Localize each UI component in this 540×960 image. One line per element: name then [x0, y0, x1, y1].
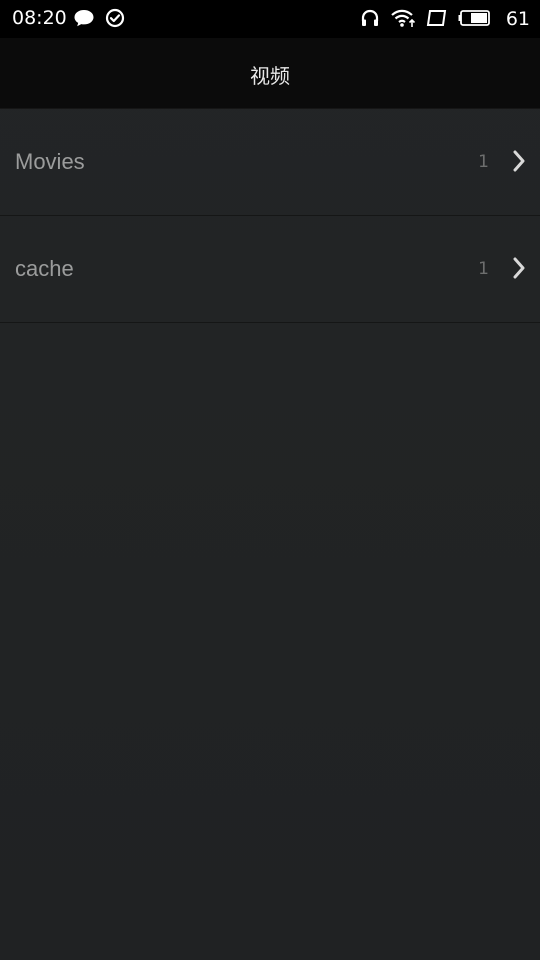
title-bar: 视频	[0, 38, 540, 109]
chevron-right-icon	[512, 257, 526, 279]
battery-level: 61	[505, 8, 530, 30]
wifi-icon	[390, 8, 416, 32]
chevron-right-icon	[512, 150, 526, 172]
headphones-icon	[360, 8, 380, 32]
folder-row-cache[interactable]: cache 1	[0, 216, 540, 323]
message-icon	[73, 8, 95, 32]
status-right-icons: 61	[360, 8, 530, 32]
screen: 08:20 61 视频 Movies 1 cache 1	[0, 0, 540, 960]
page-title: 视频	[250, 64, 290, 88]
folder-name: Movies	[15, 149, 85, 174]
folder-name: cache	[15, 256, 74, 281]
folder-list: Movies 1 cache 1	[0, 109, 540, 323]
folder-count: 1	[478, 152, 489, 172]
status-bar: 08:20 61	[0, 0, 540, 38]
check-circle-icon	[105, 8, 125, 32]
screen-icon	[426, 8, 448, 32]
status-time: 08:20	[12, 7, 67, 29]
status-left-icons	[73, 8, 125, 32]
folder-count: 1	[478, 259, 489, 279]
folder-row-movies[interactable]: Movies 1	[0, 109, 540, 216]
battery-icon	[458, 8, 492, 32]
